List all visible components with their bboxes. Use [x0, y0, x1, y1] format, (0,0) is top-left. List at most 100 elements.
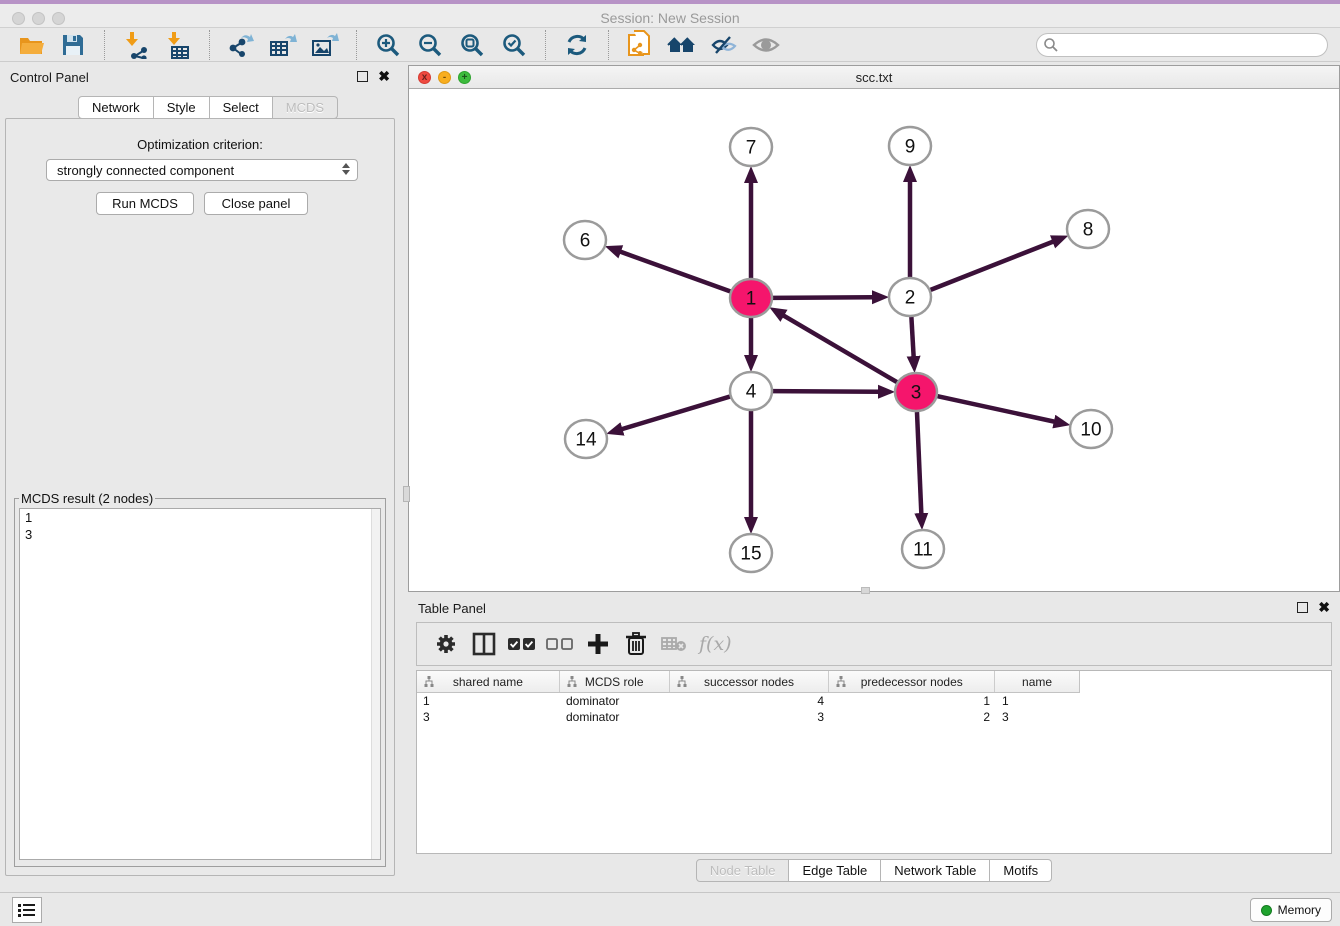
- column-header-shared-name[interactable]: shared name: [417, 671, 560, 692]
- graph-node-3[interactable]: 3: [895, 373, 937, 411]
- zoom-fit-icon[interactable]: [455, 30, 489, 60]
- table-cell[interactable]: 1: [417, 693, 560, 709]
- graph-node-label: 15: [740, 544, 761, 565]
- mcds-result-title: MCDS result (2 nodes): [19, 491, 155, 506]
- show-columns-icon[interactable]: [467, 629, 501, 659]
- node-table[interactable]: shared nameMCDS rolesuccessor nodesprede…: [416, 670, 1332, 854]
- graph-node-6[interactable]: 6: [564, 221, 606, 259]
- split-divider-grip[interactable]: [403, 486, 410, 502]
- graph-edge-2-3[interactable]: [911, 317, 913, 357]
- graph-node-label: 8: [1083, 220, 1094, 241]
- save-session-icon[interactable]: [56, 30, 90, 60]
- float-panel-icon[interactable]: [357, 71, 368, 82]
- network-window-title: scc.txt: [409, 70, 1339, 85]
- refresh-icon[interactable]: [560, 30, 594, 60]
- close-panel-button[interactable]: Close panel: [204, 192, 308, 215]
- search-input[interactable]: [1059, 36, 1327, 54]
- graph-node-11[interactable]: 11: [902, 530, 944, 568]
- zoom-out-icon[interactable]: [413, 30, 447, 60]
- table-settings-gear-icon[interactable]: [429, 629, 463, 659]
- home-icon[interactable]: [665, 30, 699, 60]
- add-column-icon[interactable]: [581, 629, 615, 659]
- table-cell[interactable]: 2: [830, 709, 996, 725]
- task-history-button[interactable]: [12, 897, 42, 923]
- graph-node-2[interactable]: 2: [889, 278, 931, 316]
- open-session-icon[interactable]: [14, 30, 48, 60]
- memory-label: Memory: [1278, 903, 1321, 917]
- network-view-window: x - + scc.txt 7 9 6 8 1 2 4 3 14 10 15 11: [408, 65, 1340, 592]
- hide-glasses-icon[interactable]: [707, 30, 741, 60]
- zoom-in-icon[interactable]: [371, 30, 405, 60]
- table-cell[interactable]: 1: [996, 693, 1080, 709]
- table-cell[interactable]: dominator: [560, 693, 670, 709]
- graph-node-4[interactable]: 4: [730, 372, 772, 410]
- optimization-criterion-select[interactable]: strongly connected component: [46, 159, 358, 181]
- graph-edge-1-6[interactable]: [620, 252, 730, 292]
- run-mcds-button[interactable]: Run MCDS: [96, 192, 194, 215]
- delete-column-trash-icon[interactable]: [619, 629, 653, 659]
- tab-edge-table[interactable]: Edge Table: [789, 859, 881, 882]
- table-cell[interactable]: dominator: [560, 709, 670, 725]
- tab-node-table[interactable]: Node Table: [696, 859, 790, 882]
- graph-edge-4-3[interactable]: [773, 391, 879, 392]
- graph-node-10[interactable]: 10: [1070, 410, 1112, 448]
- table-cell[interactable]: 3: [417, 709, 560, 725]
- mcds-result-textarea[interactable]: 13: [19, 508, 381, 860]
- split-divider-grip[interactable]: [861, 587, 870, 594]
- column-header-MCDS-role[interactable]: MCDS role: [560, 671, 670, 692]
- graph-edge-3-10[interactable]: [938, 396, 1055, 422]
- column-header-predecessor-nodes[interactable]: predecessor nodes: [829, 671, 995, 692]
- graph-node-1[interactable]: 1: [730, 279, 772, 317]
- graph-node-7[interactable]: 7: [730, 128, 772, 166]
- deselect-all-icon[interactable]: [543, 629, 577, 659]
- network-graph[interactable]: 7 9 6 8 1 2 4 3 14 10 15 11: [409, 89, 1339, 591]
- tab-select[interactable]: Select: [210, 96, 273, 119]
- table-panel-title: Table Panel: [418, 601, 486, 616]
- table-cell[interactable]: 3: [996, 709, 1080, 725]
- tab-style[interactable]: Style: [154, 96, 210, 119]
- graph-node-8[interactable]: 8: [1067, 210, 1109, 248]
- table-header-row: shared nameMCDS rolesuccessor nodesprede…: [417, 671, 1080, 693]
- tab-network-table[interactable]: Network Table: [881, 859, 990, 882]
- import-table-icon[interactable]: [161, 30, 195, 60]
- network-window-titlebar[interactable]: x - + scc.txt: [409, 66, 1339, 89]
- graph-node-label: 11: [913, 540, 933, 561]
- graph-node-label: 3: [911, 383, 922, 404]
- graph-edge-2-8[interactable]: [931, 241, 1054, 289]
- export-table-icon[interactable]: [266, 30, 300, 60]
- table-panel-tabs: Node TableEdge TableNetwork TableMotifs: [408, 859, 1340, 882]
- table-cell[interactable]: 1: [830, 693, 996, 709]
- table-toolbar: f(x): [416, 622, 1332, 666]
- graph-edge-3-1[interactable]: [783, 315, 897, 382]
- export-image-icon[interactable]: [308, 30, 342, 60]
- import-network-icon[interactable]: [119, 30, 153, 60]
- export-network-icon[interactable]: [224, 30, 258, 60]
- graph-node-label: 2: [905, 288, 916, 309]
- graph-node-9[interactable]: 9: [889, 127, 931, 165]
- tab-motifs[interactable]: Motifs: [990, 859, 1052, 882]
- result-scrollbar[interactable]: [371, 509, 380, 859]
- table-cell[interactable]: 4: [670, 693, 830, 709]
- clone-network-icon[interactable]: [623, 30, 657, 60]
- close-panel-icon[interactable]: ✖: [1318, 600, 1330, 614]
- toolbar-separator: [209, 30, 210, 60]
- table-row[interactable]: 1dominator411: [417, 693, 1331, 709]
- tab-network[interactable]: Network: [78, 96, 154, 119]
- memory-button[interactable]: Memory: [1250, 898, 1332, 922]
- search-field[interactable]: [1036, 33, 1328, 57]
- select-all-icon[interactable]: [505, 629, 539, 659]
- column-header-name[interactable]: name: [995, 671, 1079, 692]
- graph-edge-3-11[interactable]: [917, 412, 921, 514]
- zoom-selected-icon[interactable]: [497, 30, 531, 60]
- graph-edge-1-2[interactable]: [773, 297, 873, 298]
- float-panel-icon[interactable]: [1297, 602, 1308, 613]
- graph-node-15[interactable]: 15: [730, 534, 772, 572]
- close-panel-icon[interactable]: ✖: [378, 69, 390, 83]
- graph-edge-4-14[interactable]: [622, 397, 730, 430]
- table-row[interactable]: 3dominator323: [417, 709, 1331, 725]
- column-header-successor-nodes[interactable]: successor nodes: [670, 671, 830, 692]
- graph-node-14[interactable]: 14: [565, 420, 607, 458]
- tab-mcds[interactable]: MCDS: [273, 96, 338, 119]
- eye-icon[interactable]: [749, 30, 783, 60]
- table-cell[interactable]: 3: [670, 709, 830, 725]
